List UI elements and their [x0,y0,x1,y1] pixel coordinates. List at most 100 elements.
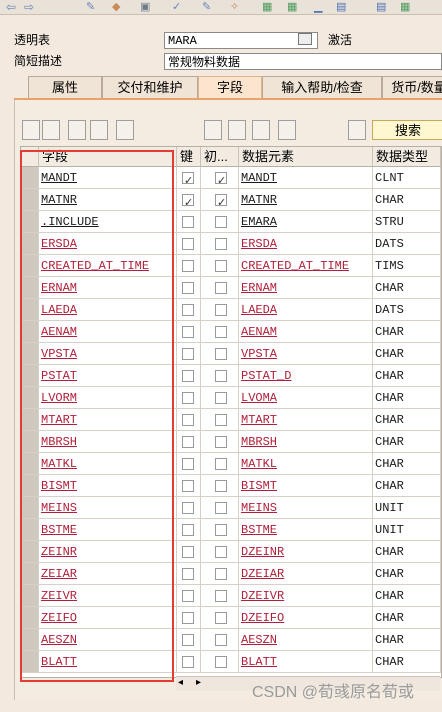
initial-value-checkbox[interactable] [215,192,227,210]
data-element-cell[interactable]: MEINS [239,497,373,519]
data-element-cell[interactable]: DZEIAR [239,563,373,585]
key-checkbox[interactable] [182,216,194,228]
row-selector[interactable] [21,387,39,409]
col-header-data-type[interactable]: 数据类型 [373,147,441,167]
row-selector[interactable] [21,519,39,541]
initial-value-checkbox[interactable] [215,612,227,624]
initial-value-checkbox[interactable] [215,348,227,360]
activate-icon[interactable]: ✎ [202,0,214,13]
field-name-cell[interactable]: ERNAM [39,277,177,299]
field-name-cell[interactable]: MANDT [39,167,177,189]
field-name-cell[interactable]: ZEIAR [39,563,177,585]
initial-value-checkbox[interactable] [215,502,227,514]
table-row[interactable]: MATNRMATNRCHAR [21,189,441,211]
row-selector[interactable] [21,453,39,475]
paste-icon[interactable] [68,120,86,140]
key-checkbox[interactable] [182,634,194,646]
initial-value-checkbox[interactable] [215,568,227,580]
key-checkbox[interactable] [182,590,194,602]
table-row[interactable]: BISMT BISMT CHAR [21,475,441,497]
key-checkbox[interactable] [182,282,194,294]
row-selector[interactable] [21,607,39,629]
table-row[interactable]: AESZN AESZN CHAR [21,629,441,651]
short-desc-field[interactable]: 常规物料数据 [164,53,442,70]
initial-value-checkbox[interactable] [215,546,227,558]
display-change-icon[interactable]: ◆ [112,0,124,13]
tree-icon[interactable]: ▦ [287,0,299,13]
table-row[interactable]: CREATED_AT_TIME CREATED_AT_TIME TIMS [21,255,441,277]
initial-value-checkbox[interactable] [215,634,227,646]
table-row[interactable]: .INCLUDE EMARA STRU [21,211,441,233]
hierarchy-icon[interactable]: ▦ [262,0,274,13]
initial-value-checkbox[interactable] [215,480,227,492]
tab-delivery[interactable]: 交付和维护 [102,76,198,98]
field-name-cell[interactable]: BLATT [39,651,177,673]
sort-icon[interactable] [278,120,296,140]
initial-value-checkbox[interactable] [215,282,227,294]
key-checkbox[interactable] [182,524,194,536]
table-row[interactable]: MANDTMANDTCLNT [21,167,441,189]
row-selector[interactable] [21,233,39,255]
search-button[interactable]: 搜索 [372,120,442,140]
key-checkbox[interactable] [182,304,194,316]
key-checkbox[interactable] [182,392,194,404]
back-icon[interactable]: ⇦ [6,0,18,14]
table-row[interactable]: AENAM AENAM CHAR [21,321,441,343]
key-checkbox[interactable] [182,370,194,382]
table-row[interactable]: MTART MTART CHAR [21,409,441,431]
table-row[interactable]: ZEIFO DZEIFO CHAR [21,607,441,629]
col-header-data-element[interactable]: 数据元素 [239,147,373,167]
row-selector[interactable] [21,585,39,607]
data-element-cell[interactable]: DZEIFO [239,607,373,629]
expand-icon[interactable] [228,120,246,140]
tab-currency[interactable]: 货币/数量 [382,76,442,98]
initial-value-checkbox[interactable] [215,304,227,316]
key-checkbox[interactable] [182,502,194,514]
initial-value-checkbox[interactable] [215,414,227,426]
initial-value-checkbox[interactable] [215,656,227,668]
data-element-cell[interactable]: LVOMA [239,387,373,409]
field-name-cell[interactable]: AESZN [39,629,177,651]
key-checkbox[interactable] [182,348,194,360]
scroll-left-icon[interactable]: ◂ [178,677,183,688]
print-icon[interactable]: ▤ [376,0,388,13]
row-selector[interactable] [21,563,39,585]
data-element-cell[interactable]: BISMT [239,475,373,497]
copy-icon[interactable] [42,120,60,140]
table-row[interactable]: ERNAM ERNAM CHAR [21,277,441,299]
data-element-cell[interactable]: DZEIVR [239,585,373,607]
key-checkbox[interactable] [182,568,194,580]
key-checkbox[interactable] [182,480,194,492]
initial-value-checkbox[interactable] [215,216,227,228]
field-name-cell[interactable]: AENAM [39,321,177,343]
data-element-cell[interactable]: CREATED_AT_TIME [239,255,373,277]
col-header-key[interactable]: 键 [177,147,201,167]
delete-row-icon[interactable] [116,120,134,140]
row-selector[interactable] [21,189,39,211]
tab-attributes[interactable]: 属性 [28,76,102,98]
data-element-cell[interactable]: ERNAM [239,277,373,299]
table-row[interactable]: LVORM LVOMA CHAR [21,387,441,409]
table-row[interactable]: PSTAT PSTAT_D CHAR [21,365,441,387]
key-checkbox[interactable] [182,612,194,624]
initial-value-checkbox[interactable] [215,170,227,188]
object-list-icon[interactable]: ▣ [140,0,152,13]
check-icon[interactable]: ✓ [172,0,184,13]
data-element-cell[interactable]: EMARA [239,211,373,233]
key-checkbox[interactable] [182,546,194,558]
initial-value-checkbox[interactable] [215,524,227,536]
table-view-icon[interactable]: ▤ [336,0,348,13]
row-selector[interactable] [21,541,39,563]
data-element-cell[interactable]: DZEINR [239,541,373,563]
cut-icon[interactable] [22,120,40,140]
initial-value-checkbox[interactable] [215,590,227,602]
field-name-cell[interactable]: BISMT [39,475,177,497]
table-row[interactable]: MATKL MATKL CHAR [21,453,441,475]
table-name-help-icon[interactable] [298,33,312,45]
table-row[interactable]: BLATT BLATT CHAR [21,651,441,673]
field-name-cell[interactable]: PSTAT [39,365,177,387]
key-checkbox[interactable] [182,414,194,426]
row-selector[interactable] [21,277,39,299]
initial-value-checkbox[interactable] [215,260,227,272]
data-element-cell[interactable]: MATKL [239,453,373,475]
